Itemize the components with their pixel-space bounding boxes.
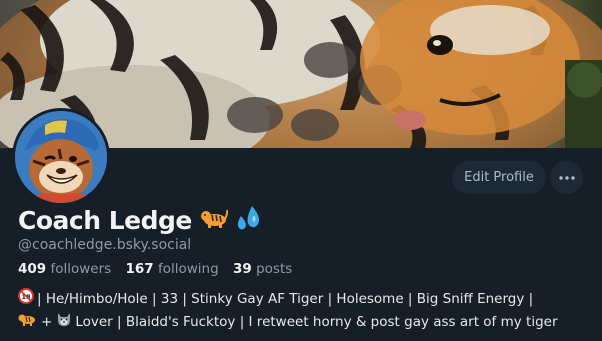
ellipsis-icon [558,175,575,180]
edit-profile-button[interactable]: Edit Profile [452,161,546,194]
user-handle[interactable]: @coachledge.bsky.social [18,237,191,253]
followers-label: followers [50,261,112,277]
bio-line-1: 18 | He/Himbo/Hole | 33 | Stinky Gay AF … [18,288,593,311]
display-name-row: Coach Ledge [18,203,264,237]
posts-stat: 39 posts [233,261,292,277]
more-options-button[interactable] [550,161,583,194]
following-count: 167 [125,261,154,277]
tiger-emoji-icon [200,207,229,233]
sweat-droplets-emoji-icon [234,204,264,236]
bio-text-line-2: Lover | Blaidd's Fucktoy | I retweet hor… [75,314,558,330]
followers-count: 409 [18,261,47,277]
profile-page: Edit Profile Coach Ledge @coachledge.bsk… [0,0,602,341]
wolf-icon [56,311,72,334]
bio-plus-sign: + [41,314,53,330]
avatar-image [15,111,107,203]
posts-count: 39 [232,261,252,277]
posts-label: posts [256,261,293,277]
followers-link[interactable]: 409 followers [18,261,126,277]
no-under-18-icon: 18 [18,288,34,311]
profile-bio: 18 | He/Himbo/Hole | 33 | Stinky Gay AF … [18,288,593,334]
display-name: Coach Ledge [18,205,192,235]
following-link[interactable]: 167 following [126,261,233,277]
bio-line-2: + Lover | Blaidd's Fucktoy | I retweet h… [18,311,593,334]
avatar[interactable] [12,108,110,206]
profile-stats: 409 followers 167 following 39 posts [18,261,292,277]
following-label: following [157,261,219,277]
bio-text-line-1: | He/Himbo/Hole | 33 | Stinky Gay AF Tig… [37,291,534,307]
tiger-icon [18,312,36,333]
